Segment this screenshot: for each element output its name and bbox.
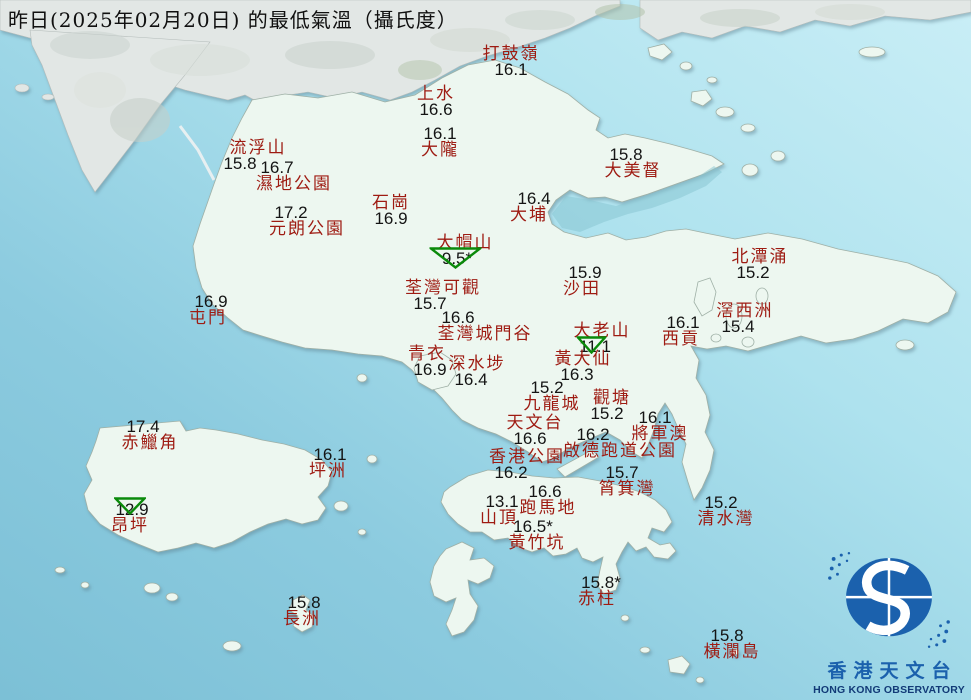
station-name: 筲箕灣 [598, 479, 656, 499]
station-label: 15.9 沙田 [563, 264, 602, 299]
station-name: 跑馬地 [519, 498, 577, 518]
station-label: 17.2 元朗公園 [269, 204, 345, 239]
station-name: 大隴 [421, 140, 459, 160]
station-name: 黃竹坑 [508, 533, 566, 553]
station-name: 西貢 [662, 329, 700, 349]
station-label: 北潭涌 15.2 [732, 249, 789, 282]
station-label: 青衣 16.9 [408, 346, 447, 379]
hko-logo-english-name: HONG KONG OBSERVATORY [813, 684, 965, 696]
station-name: 荃灣城門谷 [437, 324, 533, 344]
station-label: 觀塘 15.2 [590, 390, 631, 423]
hko-logo-emblem [828, 551, 950, 649]
station-label: 打鼓嶺 16.1 [483, 46, 540, 79]
station-label: 16.6 跑馬地 [519, 483, 577, 518]
station-value: 9.5* [441, 249, 473, 268]
station-value: 15.2 [590, 404, 624, 423]
map-title: 昨日(2025年02月20日) 的最低氣溫（攝氏度） [8, 8, 458, 32]
station-name: 昂坪 [111, 516, 149, 536]
station-label: 16.7 濕地公園 [256, 159, 332, 194]
station-name: 元朗公園 [269, 219, 345, 239]
station-label: 12.9 昂坪 [111, 497, 149, 536]
station-label: 17.4 赤鱲角 [121, 418, 179, 453]
station-label: 15.8 長洲 [283, 594, 321, 629]
station-label: 15.2 清水灣 [697, 494, 755, 529]
station-value: 15.2 [736, 263, 770, 282]
station-value: 16.1 [494, 60, 528, 79]
shenzhen-bay-bridge [178, 125, 216, 181]
temperature-map: 昨日(2025年02月20日) 的最低氣溫（攝氏度） 打鼓嶺 16.1 上水 16.6… [0, 0, 971, 700]
station-label: 深水埗 16.4 [449, 356, 506, 389]
station-label: 16.2 啟德跑道公園 [563, 426, 677, 461]
station-label: 滘西洲 15.4 [717, 303, 774, 336]
station-value: 16.2 [494, 463, 528, 482]
station-label: 15.8* 赤柱 [577, 574, 621, 609]
station-value: 15.4 [721, 317, 755, 336]
station-label: 15.8 大美督 [604, 146, 662, 181]
station-name: 屯門 [189, 308, 227, 328]
station-label: 15.8 橫瀾島 [703, 627, 761, 662]
station-label: 16.1 坪洲 [309, 446, 347, 481]
station-label: 16.6 荃灣城門谷 [437, 309, 533, 344]
station-name: 啟德跑道公園 [563, 441, 677, 461]
hko-logo-chinese-name: 香港天文台 [827, 660, 958, 682]
station-name: 赤柱 [577, 589, 616, 609]
station-name: 清水灣 [697, 509, 755, 529]
station-label: 大帽山 9.5* [429, 235, 494, 269]
station-label: 15.7 筲箕灣 [598, 464, 656, 499]
station-name: 大埔 [510, 205, 548, 225]
station-label: 15.2 九龍城 [523, 379, 581, 414]
station-name: 坪洲 [309, 461, 347, 481]
station-name: 濕地公園 [256, 174, 332, 194]
station-name: 赤鱲角 [121, 433, 179, 453]
station-name: 大美督 [604, 161, 662, 181]
station-label: 香港公園 16.2 [489, 449, 565, 482]
station-value: 16.9 [374, 209, 408, 228]
station-name: 沙田 [563, 279, 601, 299]
station-label: 16.1 大隴 [421, 125, 459, 160]
station-label: 石崗 16.9 [372, 195, 410, 228]
station-label: 上水 16.6 [417, 86, 455, 119]
station-name: 九龍城 [523, 394, 581, 414]
station-label: 16.4 大埔 [510, 190, 551, 225]
hko-logo: 香港天文台 HONG KONG OBSERVATORY [813, 549, 965, 696]
station-value: 16.6 [419, 100, 453, 119]
station-name: 橫瀾島 [703, 642, 761, 662]
station-label: 16.9 屯門 [189, 293, 228, 328]
station-value: 16.4 [454, 370, 488, 389]
station-label: 16.5* 黃竹坑 [508, 518, 566, 553]
station-name: 長洲 [283, 609, 321, 629]
station-label: 16.1 西貢 [662, 314, 700, 349]
